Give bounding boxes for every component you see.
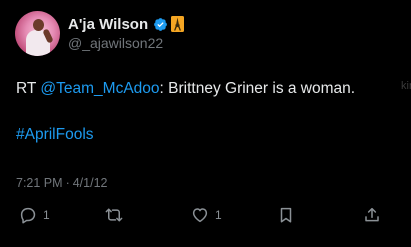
reply-count: 1 [43, 208, 50, 222]
retweet-icon [105, 206, 123, 224]
author-display-name[interactable]: A'ja Wilson [68, 16, 148, 33]
retweet-button[interactable] [105, 203, 123, 227]
like-button[interactable]: 1 [191, 203, 222, 227]
share-button[interactable] [363, 203, 381, 227]
author-handle[interactable]: @_ajawilson22 [68, 35, 163, 51]
heart-icon [191, 206, 209, 224]
tweet-time: 7:21 PM [16, 176, 63, 190]
verified-badge-icon [153, 17, 168, 32]
clipped-edge-text: kin [401, 80, 411, 92]
like-count: 1 [215, 208, 222, 222]
share-icon [363, 206, 381, 224]
reply-icon [19, 206, 37, 224]
eiffel-tower-emoji-icon [171, 16, 185, 32]
timestamp-separator: · [65, 176, 70, 190]
tweet-timestamp[interactable]: 7:21 PM · 4/1/12 [16, 176, 108, 190]
hashtag-line: #AprilFools [16, 125, 94, 145]
tweet-date: 4/1/12 [72, 176, 108, 190]
hashtag-link[interactable]: #AprilFools [16, 126, 94, 143]
author-name-row: A'ja Wilson [68, 14, 185, 34]
retweet-prefix: RT [16, 80, 41, 97]
reply-button[interactable]: 1 [19, 203, 50, 227]
avatar[interactable] [15, 11, 60, 56]
bookmark-button[interactable] [277, 203, 295, 227]
tweet-body: : Brittney Griner is a woman. [159, 80, 356, 97]
tweet-actions-bar: 1 1 [0, 203, 411, 227]
bookmark-icon [277, 206, 295, 224]
mention-link[interactable]: @Team_McAdoo [40, 80, 159, 97]
avatar-figure-head [33, 19, 44, 31]
tweet-text: RT @Team_McAdoo: Brittney Griner is a wo… [16, 79, 401, 99]
tweet-card: A'ja Wilson @_ajawilson22 RT @Team_McAdo… [0, 0, 411, 247]
